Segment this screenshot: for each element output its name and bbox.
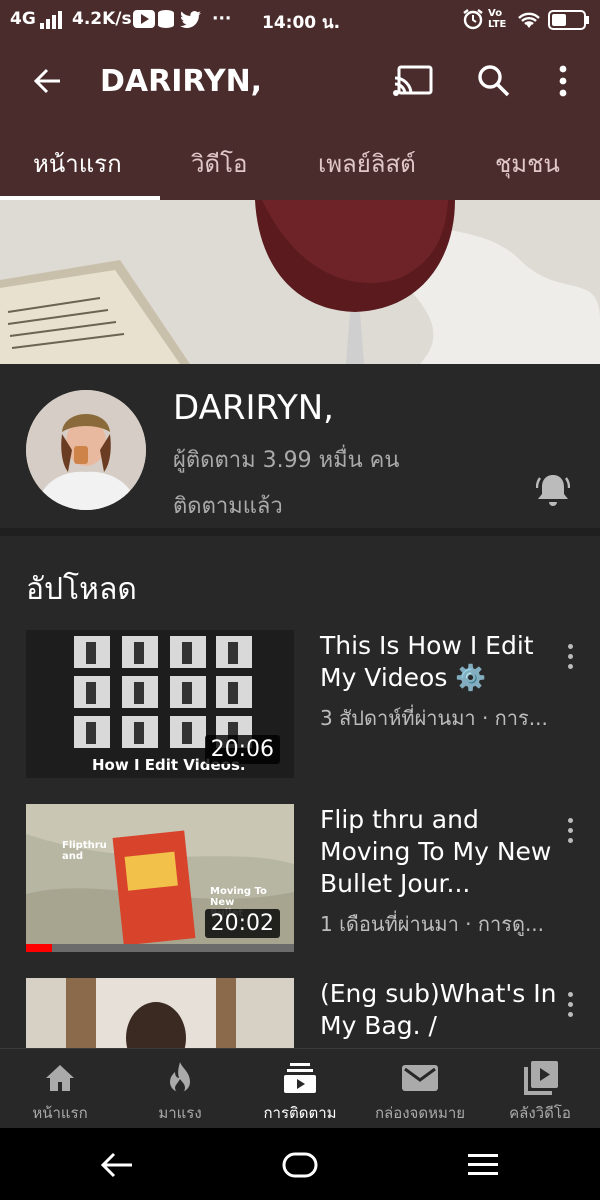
- avatar-image: [26, 390, 146, 510]
- network-type: 4G: [10, 9, 36, 29]
- system-home-icon[interactable]: [282, 1152, 318, 1178]
- channel-header: DARIRYN, ผู้ติดตาม 3.99 หมื่น คน ติดตามแ…: [0, 364, 600, 536]
- video-title[interactable]: This Is How I Edit My Videos ⚙️: [320, 630, 560, 694]
- search-icon[interactable]: [477, 64, 511, 98]
- thumbnail-text-left: Flipthru and: [62, 840, 107, 862]
- video-meta: 1 เดือนที่ผ่านมา · การดู...: [320, 912, 545, 936]
- nav-label: การติดตาม: [263, 1104, 337, 1122]
- status-time: 14:00 น.: [262, 13, 341, 33]
- nav-label: กล่องจดหมาย: [374, 1104, 466, 1122]
- volte-indicator: Vo LTE: [488, 8, 507, 30]
- notification-bell-icon[interactable]: [536, 472, 570, 508]
- status-more: ···: [212, 9, 232, 29]
- video-item[interactable]: How I Edit Videos. 20:06 This Is How I E…: [0, 630, 600, 780]
- subscribed-button[interactable]: ติดตามแล้ว: [173, 488, 283, 523]
- tab-playlists[interactable]: เพลย์ลิสต์: [318, 144, 416, 183]
- nav-subscriptions[interactable]: การติดตาม: [240, 1049, 360, 1129]
- channel-title: DARIRYN,: [100, 64, 263, 99]
- section-divider: [0, 528, 600, 536]
- video-title[interactable]: (Eng sub)What's In My Bag. /: [320, 978, 560, 1042]
- nav-label: หน้าแรก: [32, 1104, 88, 1122]
- video-duration: 20:02: [204, 909, 280, 938]
- video-thumbnail[interactable]: How I Edit Videos. 20:06: [26, 630, 294, 778]
- subscriptions-icon: [284, 1063, 316, 1093]
- video-thumbnail[interactable]: [26, 978, 294, 1048]
- video-menu-icon[interactable]: [560, 816, 580, 846]
- alarm-icon: [463, 9, 483, 30]
- video-thumbnail[interactable]: Flipthru and Moving To New Bullet 20:02: [26, 804, 294, 952]
- channel-name: DARIRYN,: [173, 388, 334, 428]
- nav-trending[interactable]: มาแรง: [120, 1049, 240, 1129]
- system-navigation-bar: [0, 1128, 600, 1200]
- database-icon: [158, 10, 174, 28]
- nav-label: มาแรง: [158, 1104, 202, 1122]
- banner-image: [0, 200, 600, 364]
- nav-home[interactable]: หน้าแรก: [0, 1049, 120, 1129]
- watch-progress-bar: [26, 944, 52, 952]
- tab-home[interactable]: หน้าแรก: [33, 144, 122, 183]
- nav-inbox[interactable]: กล่องจดหมาย: [360, 1049, 480, 1129]
- video-menu-icon[interactable]: [560, 990, 580, 1020]
- more-vert-icon[interactable]: [556, 64, 570, 98]
- wifi-icon: [518, 12, 540, 28]
- cast-icon[interactable]: [393, 64, 433, 98]
- system-back-icon[interactable]: [100, 1152, 134, 1178]
- home-icon: [46, 1065, 74, 1091]
- nav-library[interactable]: คลังวิดีโอ: [480, 1049, 600, 1129]
- uploads-section: อัปโหลด How I Edit Videos. 20:06 This Is…: [0, 536, 600, 1048]
- channel-banner: [0, 200, 600, 364]
- twitter-icon: [180, 11, 201, 28]
- youtube-notif-icon: [133, 10, 155, 28]
- video-menu-icon[interactable]: [560, 642, 580, 672]
- bottom-navigation: หน้าแรก มาแรง การติดตาม กล่องจดหมาย คลัง…: [0, 1048, 600, 1129]
- thumbnail-image: [26, 978, 294, 1048]
- video-item[interactable]: Flipthru and Moving To New Bullet 20:02 …: [0, 804, 600, 954]
- battery-icon: [548, 10, 589, 30]
- uploads-title: อัปโหลด: [26, 572, 137, 607]
- inbox-icon: [402, 1065, 438, 1091]
- status-bar: 4G 4.2K/s ··· 14:00 น. Vo LTE: [0, 0, 600, 40]
- subscriber-count: ผู้ติดตาม 3.99 หมื่น คน: [173, 448, 400, 473]
- network-speed: 4.2K/s: [72, 9, 132, 29]
- video-item[interactable]: (Eng sub)What's In My Bag. /: [0, 978, 600, 1048]
- channel-tabs: หน้าแรก วิดีโอ เพลย์ลิสต์ ชุมชน: [0, 130, 600, 200]
- trending-icon: [170, 1062, 190, 1093]
- channel-avatar[interactable]: [26, 390, 146, 510]
- video-title[interactable]: Flip thru and Moving To My New Bullet Jo…: [320, 804, 560, 900]
- tab-community[interactable]: ชุมชน: [495, 144, 560, 183]
- video-meta: 3 สัปดาห์ที่ผ่านมา · การ...: [320, 706, 548, 730]
- system-recents-icon[interactable]: [468, 1154, 498, 1176]
- back-arrow-icon[interactable]: [32, 66, 62, 96]
- nav-label: คลังวิดีโอ: [509, 1104, 571, 1122]
- library-icon: [524, 1061, 558, 1095]
- video-duration: 20:06: [204, 735, 280, 764]
- app-bar: DARIRYN, หน้าแรก วิดีโอ เพลย์ลิสต์ ชุมชน: [0, 40, 600, 200]
- signal-icon: [40, 11, 62, 29]
- tab-videos[interactable]: วิดีโอ: [191, 144, 247, 183]
